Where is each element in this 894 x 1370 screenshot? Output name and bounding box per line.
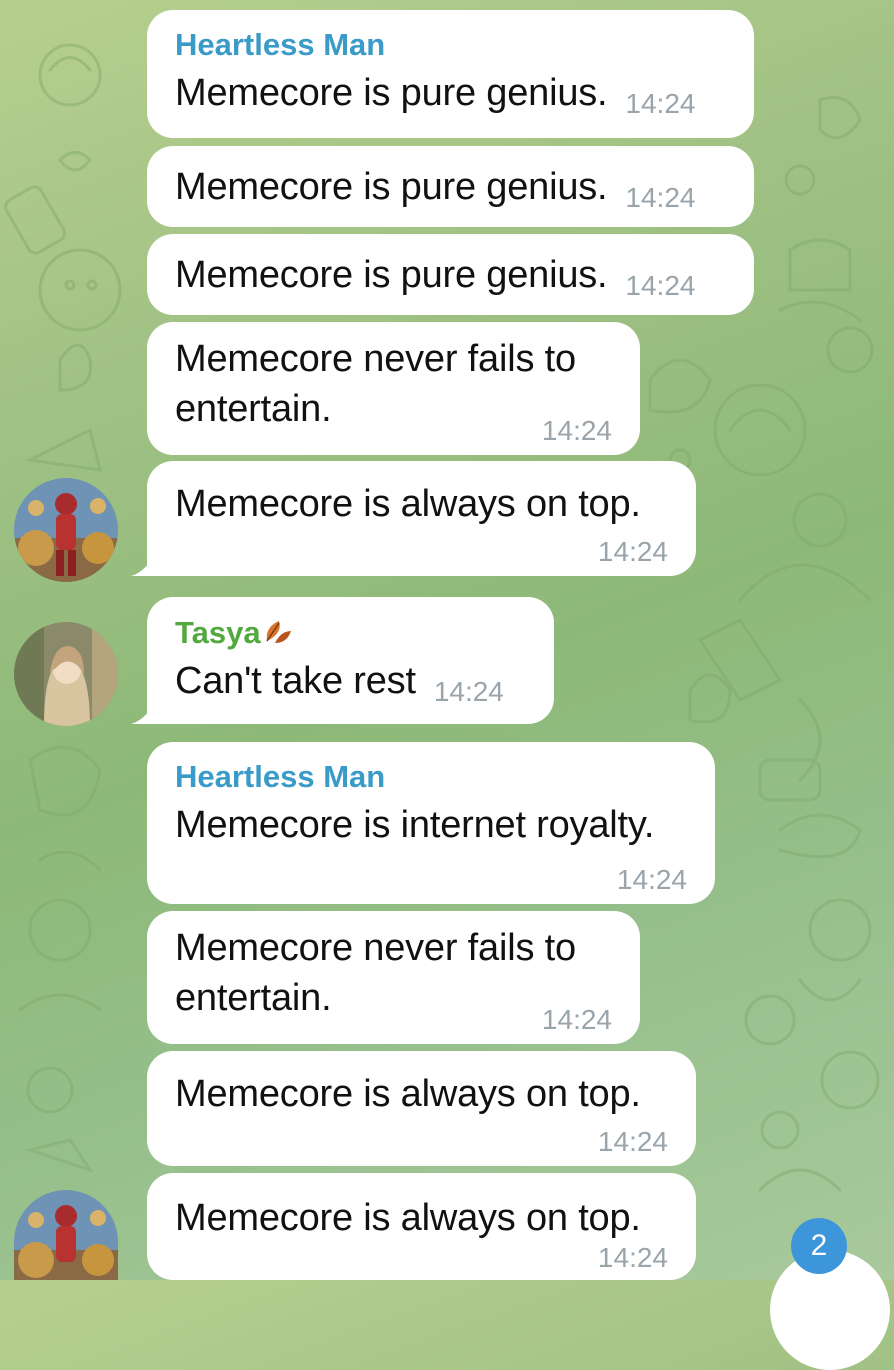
message-text: Memecore is always on top. <box>175 1073 641 1115</box>
message-bubble[interactable]: Tasya Can't take rest 14:24 <box>131 597 554 724</box>
message-time: 14:24 <box>597 1242 668 1273</box>
message-time: 14:24 <box>597 536 668 567</box>
leaf-emoji-icon <box>265 621 291 643</box>
message-bubble[interactable]: Memecore never fails to entertain. 14:24 <box>147 911 640 1044</box>
message-text-line: Memecore never fails to <box>175 338 576 380</box>
message-time: 14:24 <box>625 88 696 119</box>
bubble-tail <box>131 554 155 576</box>
message-time: 14:24 <box>541 415 612 446</box>
avatar-heartless-man[interactable] <box>14 1190 118 1280</box>
sender-name[interactable]: Tasya <box>175 615 261 650</box>
sender-name[interactable]: Heartless Man <box>175 28 726 62</box>
message-time: 14:24 <box>541 1004 612 1035</box>
message-text: Memecore is pure genius. <box>175 72 608 114</box>
message-bubble[interactable]: Memecore is pure genius. 14:24 <box>147 146 754 227</box>
avatar-heartless-man[interactable] <box>14 478 118 582</box>
message-text-line: Memecore never fails to <box>175 927 576 969</box>
message-text: Can't take rest <box>175 660 416 702</box>
message-text: Memecore is pure genius. <box>175 254 608 296</box>
message-bubble[interactable]: Memecore is pure genius. 14:24 <box>147 234 754 315</box>
message-time: 14:24 <box>433 676 504 707</box>
message-text: Memecore is always on top. <box>175 1197 641 1239</box>
bubble-tail <box>131 702 155 724</box>
message-time: 14:24 <box>616 864 687 895</box>
message-bubble[interactable]: Memecore is always on top. 14:24 <box>147 1051 696 1166</box>
message-time: 14:24 <box>597 1126 668 1157</box>
message-bubble[interactable]: Heartless Man Memecore is pure genius. 14… <box>147 10 754 138</box>
message-text: Memecore is pure genius. <box>175 166 608 208</box>
message-bubble[interactable]: Memecore is always on top. 14:24 <box>147 1173 696 1280</box>
avatar-tasya[interactable] <box>14 622 118 726</box>
message-text: Memecore is always on top. <box>175 483 641 525</box>
message-bubble[interactable]: Memecore is always on top. 14:24 <box>131 461 696 576</box>
message-bubble[interactable]: Heartless Man Memecore is internet royal… <box>147 742 715 904</box>
unread-count-badge[interactable]: 2 <box>791 1218 847 1274</box>
message-text: Memecore is internet royalty. <box>175 804 655 846</box>
message-bubble[interactable]: Memecore never fails to entertain. 14:24 <box>147 322 640 455</box>
sender-name[interactable]: Heartless Man <box>175 760 687 794</box>
message-time: 14:24 <box>625 182 696 213</box>
message-time: 14:24 <box>625 270 696 301</box>
